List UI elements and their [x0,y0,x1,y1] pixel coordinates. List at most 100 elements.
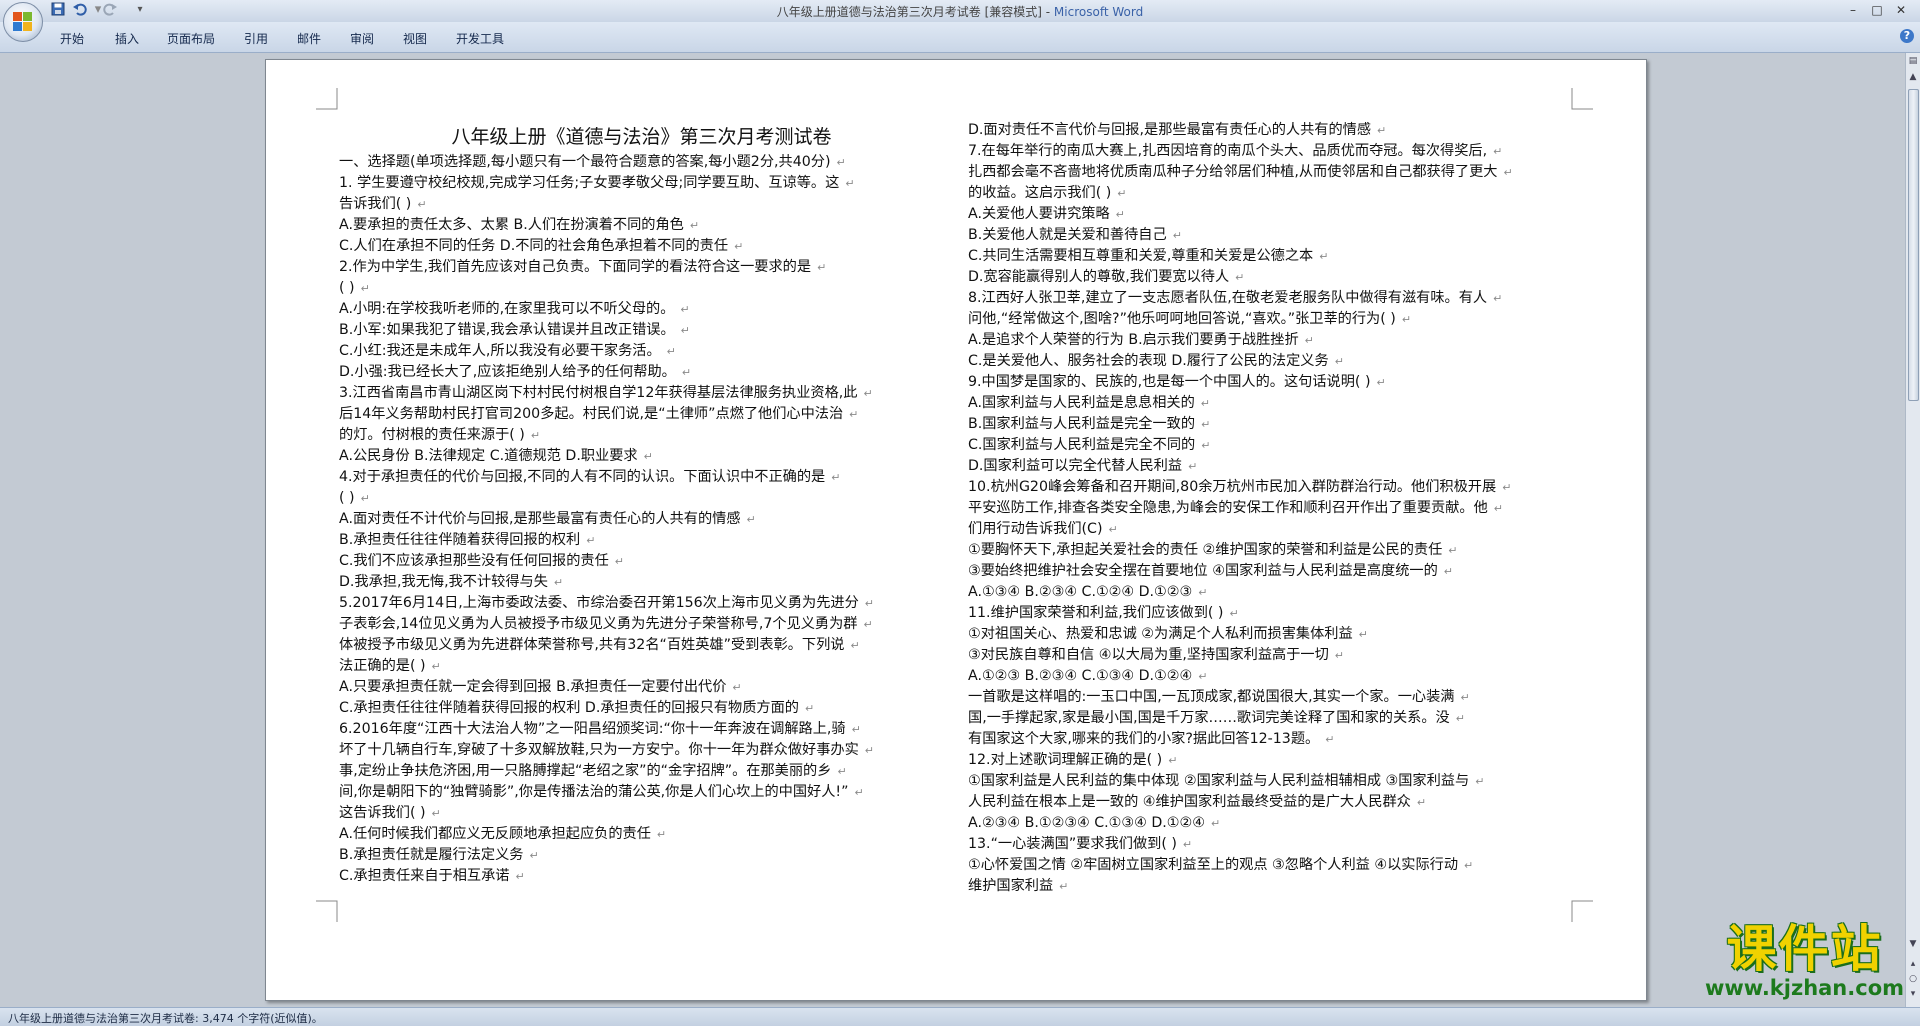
left-column-line: 后14年义务帮助村民打官司200多起。村民们说,是“土律师”点燃了他们心中法治 ↵ [339,404,944,425]
line-text: 们用行动告诉我们(C) [968,521,1103,537]
paragraph-mark-icon: ↵ [1377,124,1387,137]
paragraph-mark-icon: ↵ [1455,712,1465,725]
line-text: C.承担责任来自于相互承诺 [339,868,510,884]
paragraph-mark-icon: ↵ [1493,502,1503,515]
minimize-button[interactable]: – [1842,2,1864,18]
document-page[interactable]: 八年级上册《道德与法治》第三次月考测试卷 一、选择题(单项选择题,每小题只有一个… [265,59,1647,1001]
line-text: B.国家利益与人民利益是完全一致的 [968,416,1196,432]
paragraph-mark-icon: ↵ [360,282,370,295]
right-column-line: 国,一手撑起家,家是最小国,国是千万家……歌词完美诠释了国和家的关系。没 ↵ [968,708,1580,729]
left-column-line: 体被授予市级见义勇为先进群体荣誉称号,共有32名“百姓英雄”受到表彰。下列说 ↵ [339,635,944,656]
right-column-line: ①心怀爱国之情 ②牢固树立国家利益至上的观点 ③忽略个人利益 ④以实际行动 ↵ [968,855,1580,876]
line-text: 间,你是朝阳下的“独臂骑影”,你是传播法治的蒲公英,你是人们心坎上的中国好人!” [339,784,849,800]
word-count-status[interactable]: 八年级上册道德与法治第三次月考试卷: 3,474 个字符(近似值)。 [8,1010,323,1026]
tab-insert[interactable]: 插入 [115,30,139,47]
next-page-icon[interactable]: ▾ [1908,988,1918,1000]
line-text: 一首歌是这样唱的:一玉口中国,一瓦顶成家,都说国很大,其实一个家。一心装满 [968,689,1455,705]
close-button[interactable]: ✕ [1890,2,1912,18]
paragraph-mark-icon: ↵ [1201,418,1211,431]
line-text: A.公民身份 B.法律规定 C.道德规范 D.职业要求 [339,448,638,464]
line-text: A.关爱他人要讲究策略 [968,206,1110,222]
right-column-line: ①国家利益是人民利益的集中体现 ②国家利益与人民利益相辅相成 ③国家利益与 ↵ [968,771,1580,792]
paragraph-mark-icon: ↵ [854,786,864,799]
status-bar: 八年级上册道德与法治第三次月考试卷: 3,474 个字符(近似值)。 [0,1007,1920,1026]
paragraph-mark-icon: ↵ [529,849,539,862]
left-column-line: B.承担责任往往伴随着获得回报的权利 ↵ [339,530,944,551]
left-column-line: ( ) ↵ [339,488,944,509]
scroll-up-icon[interactable]: ▲ [1908,71,1918,83]
paragraph-mark-icon: ↵ [849,408,859,421]
site-watermark-logo: 课件站 www.kjzhan.com [1705,922,1904,1000]
select-browse-object-icon[interactable]: ○ [1908,973,1918,985]
tab-page-layout[interactable]: 页面布局 [167,30,215,47]
left-column-line: B.小军:如果我犯了错误,我会承认错误并且改正错误。 ↵ [339,320,944,341]
paragraph-mark-icon: ↵ [431,660,441,673]
line-text: B.关爱他人就是关爱和善待自己 [968,227,1167,243]
office-button[interactable] [3,2,43,42]
line-text: 11.维护国家荣誉和利益,我们应该做到( ) [968,605,1224,621]
left-column-line: 告诉我们( ) ↵ [339,194,944,215]
previous-page-icon[interactable]: ▴ [1908,958,1918,970]
watermark-url: www.kjzhan.com [1704,976,1904,1000]
ruler-toggle-icon[interactable]: ▤ [1908,55,1918,67]
right-column-line: B.关爱他人就是关爱和善待自己 ↵ [968,225,1580,246]
right-column-line: 平安巡防工作,排查各类安全隐患,为峰会的安保工作和顺利召开作出了重要贡献。他 ↵ [968,498,1580,519]
right-column-line: 的收益。这启示我们( ) ↵ [968,183,1580,204]
left-column-line: 1. 学生要遵守校纪校规,完成学习任务;子女要孝敬父母;同学要互助、互谅等。这 ↵ [339,173,944,194]
scroll-down-icon[interactable]: ▼ [1908,938,1918,950]
line-text: 10.杭州G20峰会筹备和召开期间,80余万杭州市民加入群防群治行动。他们积极开… [968,479,1497,495]
scroll-thumb[interactable] [1908,89,1919,401]
paragraph-mark-icon: ↵ [831,471,841,484]
line-text: 9.中国梦是国家的、民族的,也是每一个中国人的。这句话说明( ) [968,374,1371,390]
right-column-line: C.共同生活需要相互尊重和关爱,尊重和关爱是公德之本 ↵ [968,246,1580,267]
right-column: D.面对责任不言代价与回报,是那些最富有责任心的人共有的情感 ↵ 7.在每年举行的南… [968,120,1580,897]
line-text: 后14年义务帮助村民打官司200多起。村民们说,是“土律师”点燃了他们心中法治 [339,406,844,422]
line-text: A.①②③ B.②③④ C.①③④ D.①②④ [968,668,1193,684]
left-column-line: A.只要承担责任就一定会得到回报 B.承担责任一定要付出代价 ↵ [339,677,944,698]
line-text: A.国家利益与人民利益是息息相关的 [968,395,1195,411]
line-text: 事,定纷止争扶危济困,用一只胳膊撑起“老绍之家”的“金字招牌”。在那美丽的乡 [339,763,832,779]
line-text: A.面对责任不计代价与回报,是那些最富有责任心的人共有的情感 [339,511,741,527]
paragraph-mark-icon: ↵ [1502,481,1512,494]
left-column-line: A.公民身份 B.法律规定 C.道德规范 D.职业要求 ↵ [339,446,944,467]
line-text: A.小明:在学校我听老师的,在家里我可以不听父母的。 [339,301,675,317]
line-text: C.我们不应该承担那些没有任何回报的责任 [339,553,609,569]
paragraph-mark-icon: ↵ [1376,376,1386,389]
tab-references[interactable]: 引用 [244,30,268,47]
tab-view[interactable]: 视图 [403,30,427,47]
paragraph-mark-icon: ↵ [530,429,541,442]
paragraph-mark-icon: ↵ [1200,397,1210,410]
paragraph-mark-icon: ↵ [586,534,596,547]
paragraph-mark-icon: ↵ [1201,439,1211,452]
line-text: 这告诉我们( ) [339,805,426,821]
tab-mailings[interactable]: 邮件 [297,30,321,47]
paragraph-mark-icon: ↵ [1334,649,1344,662]
line-text: C.国家利益与人民利益是完全不同的 [968,437,1196,453]
left-column-line: A.要承担的责任太多、太累 B.人们在扮演着不同的角色 ↵ [339,215,944,236]
line-text: 法正确的是( ) [339,658,426,674]
paragraph-mark-icon: ↵ [863,618,873,631]
line-text: A.要承担的责任太多、太累 B.人们在扮演着不同的角色 [339,217,684,233]
right-column-line: 人民利益在根本上是一致的 ④维护国家利益最终受益的是广大人民群众 ↵ [968,792,1580,813]
crop-mark-bottom-left [316,900,338,922]
document-name: 八年级上册道德与法治第三次月考试卷 [兼容模式] - [776,5,1054,19]
help-icon[interactable]: ? [1900,29,1914,43]
line-text: B.小军:如果我犯了错误,我会承认错误并且改正错误。 [339,322,675,338]
maximize-button[interactable]: □ [1866,2,1888,18]
line-text: D.小强:我已经长大了,应该拒绝别人给予的任何帮助。 [339,364,676,380]
paragraph-mark-icon: ↵ [864,744,874,757]
line-text: A.②③④ B.①②③④ C.①③④ D.①②④ [968,815,1205,831]
title-bar: ▾ ▾ 八年级上册道德与法治第三次月考试卷 [兼容模式] - Microsoft… [0,0,1920,22]
paragraph-mark-icon: ↵ [845,177,855,190]
paragraph-mark-icon: ↵ [805,702,815,715]
tab-review[interactable]: 审阅 [350,30,374,47]
tab-home[interactable]: 开始 [60,30,84,47]
tab-developer[interactable]: 开发工具 [456,30,504,47]
line-text: C.共同生活需要相互尊重和关爱,尊重和关爱是公德之本 [968,248,1314,264]
paragraph-mark-icon: ↵ [431,807,441,820]
vertical-scrollbar[interactable]: ▤ ▲ ▼ ▴ ○ ▾ [1905,53,1920,1007]
paragraph-mark-icon: ↵ [1475,775,1485,788]
right-column-line: 11.维护国家荣誉和利益,我们应该做到( ) ↵ [968,603,1580,624]
paragraph-mark-icon: ↵ [817,261,827,274]
line-text: 6.2016年度“江西十大法治人物”之一阳昌绍颁奖词:“你十一年奔波在调解路上,… [339,721,846,737]
